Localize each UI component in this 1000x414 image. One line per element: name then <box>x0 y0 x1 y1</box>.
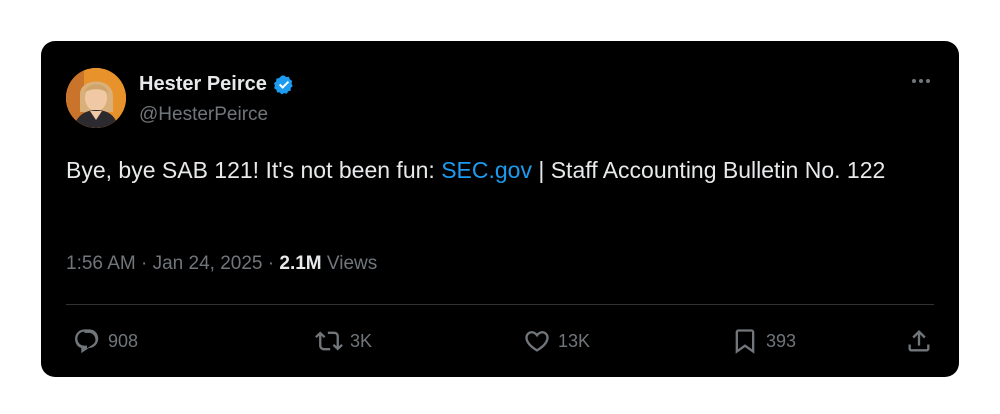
bookmark-icon <box>735 329 755 354</box>
reply-button[interactable]: 908 <box>73 327 138 355</box>
reply-count: 908 <box>108 330 139 351</box>
views-label: Views <box>321 253 378 274</box>
divider <box>66 304 934 305</box>
repost-button[interactable]: 3K <box>315 327 372 355</box>
action-bar: 908 3K 13K 393 <box>73 327 933 357</box>
tweet-text: Bye, bye SAB 121! It's not been fun: SEC… <box>66 152 926 189</box>
reply-icon <box>75 329 99 354</box>
share-icon <box>908 330 930 352</box>
tweet-link[interactable]: SEC.gov <box>441 157 532 183</box>
avatar[interactable] <box>66 68 126 128</box>
repost-icon <box>315 331 343 351</box>
bookmark-count: 393 <box>766 330 797 351</box>
share-button[interactable] <box>905 327 933 355</box>
tweet-text-before: Bye, bye SAB 121! It's not been fun: <box>66 157 442 183</box>
avatar-image <box>66 68 126 128</box>
tweet-time[interactable]: 1:56 AM <box>66 253 136 274</box>
meta-separator: · <box>135 253 153 274</box>
verified-badge-icon <box>273 74 295 96</box>
like-icon <box>525 331 549 352</box>
repost-count: 3K <box>350 330 373 351</box>
tweet-date[interactable]: Jan 24, 2025 <box>153 253 263 274</box>
author-name-row: Hester Peirce <box>139 73 295 96</box>
bookmark-button[interactable]: 393 <box>731 327 796 355</box>
author-display-name[interactable]: Hester Peirce <box>139 73 267 96</box>
tweet-text-after: | Staff Accounting Bulletin No. 122 <box>531 157 886 183</box>
like-count: 13K <box>558 330 591 351</box>
meta-separator: · <box>262 253 280 274</box>
author-handle[interactable]: @HesterPeirce <box>139 104 268 126</box>
more-options-icon[interactable] <box>907 71 935 91</box>
tweet-card: Hester Peirce @HesterPeirce Bye, bye SAB… <box>41 41 959 377</box>
tweet-meta: 1:56 AM · Jan 24, 2025 · 2.1M Views <box>66 253 377 275</box>
views-count: 2.1M <box>279 253 322 274</box>
like-button[interactable]: 13K <box>523 327 590 355</box>
